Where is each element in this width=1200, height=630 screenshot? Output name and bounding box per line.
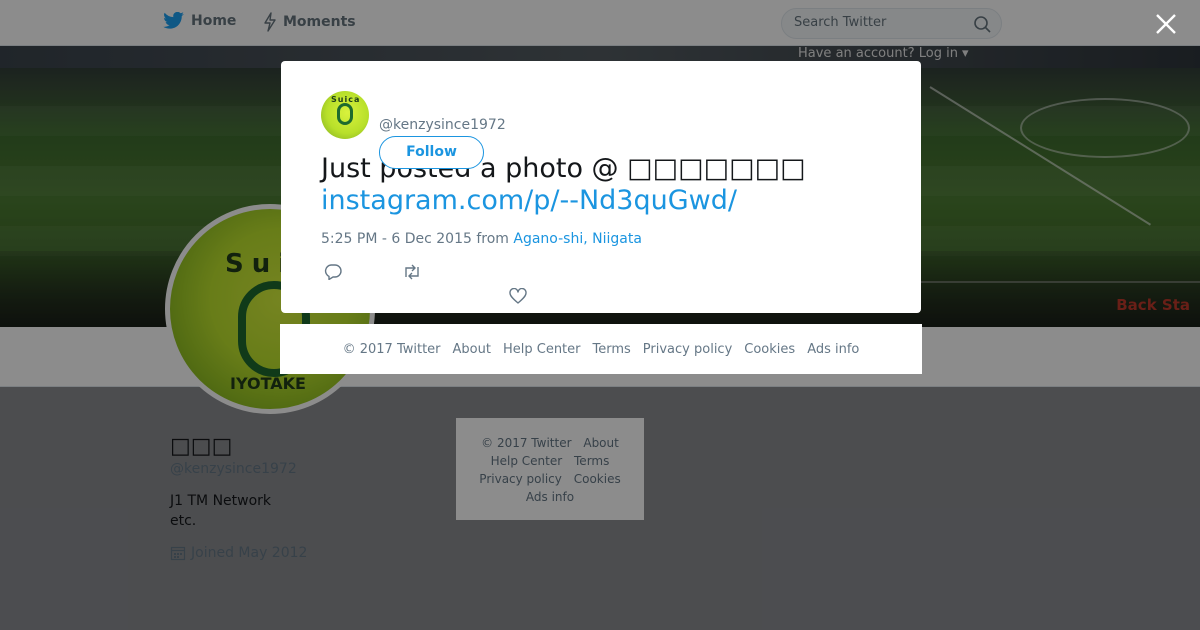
- tweet-timestamp[interactable]: 5:25 PM - 6 Dec 2015: [321, 231, 472, 247]
- tweet-location[interactable]: Agano-shi, Niigata: [513, 231, 642, 247]
- tweet-author-avatar[interactable]: Suica: [321, 91, 369, 139]
- avatar-jersey-number: [337, 103, 353, 125]
- retweet-icon[interactable]: [402, 264, 422, 280]
- footer-link-about[interactable]: About: [453, 342, 491, 357]
- tweet-author-handle[interactable]: @kenzysince1972: [379, 117, 506, 133]
- footer-link-ads-info[interactable]: Ads info: [807, 342, 859, 357]
- footer-link-privacy[interactable]: Privacy policy: [643, 342, 732, 357]
- reply-icon[interactable]: [324, 264, 342, 280]
- close-icon[interactable]: [1153, 11, 1179, 37]
- tweet-permalink-modal: Suica @kenzysince1972 Just posted a phot…: [281, 61, 921, 313]
- tweet-metadata: 5:25 PM - 6 Dec 2015 from Agano-shi, Nii…: [321, 231, 642, 247]
- footer-copyright: © 2017 Twitter: [342, 341, 441, 357]
- footer-link-cookies[interactable]: Cookies: [744, 342, 795, 357]
- tweet-from-label: from: [476, 231, 509, 247]
- footer-link-help-center[interactable]: Help Center: [503, 342, 581, 357]
- follow-button[interactable]: Follow: [379, 136, 484, 169]
- like-heart-icon[interactable]: [509, 288, 527, 304]
- footer-link-terms[interactable]: Terms: [593, 342, 631, 357]
- modal-footer: © 2017 Twitter About Help Center Terms P…: [280, 324, 922, 374]
- tweet-link[interactable]: instagram.com/p/--Nd3quGwd/: [321, 185, 737, 217]
